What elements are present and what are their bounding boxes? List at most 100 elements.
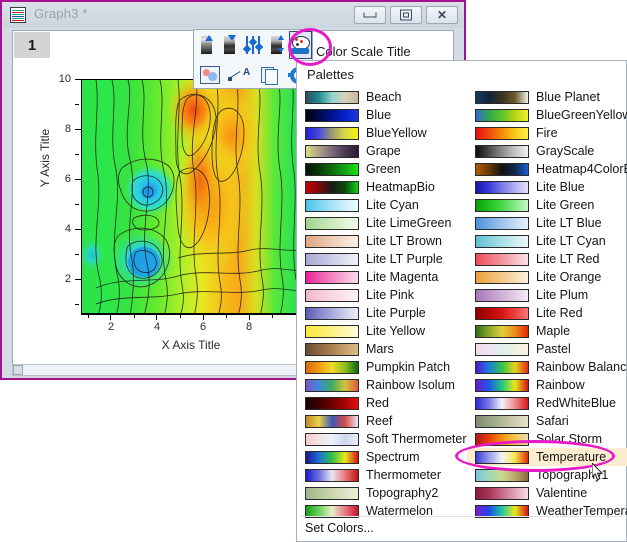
palette-row-lite-yellow[interactable]: Lite Yellow <box>297 322 465 340</box>
palette-row-blue-planet[interactable]: Blue Planet <box>467 88 627 106</box>
palette-row-lite-orange[interactable]: Lite Orange <box>467 268 627 286</box>
contour-svg <box>82 80 299 314</box>
palette-row-solar-storm[interactable]: Solar Storm <box>467 430 627 448</box>
palette-row-grayscale[interactable]: GrayScale <box>467 142 627 160</box>
palette-row-mars[interactable]: Mars <box>297 340 465 358</box>
palette-name: Heatmap4ColorBlind <box>536 162 627 176</box>
palette-row-lite-green[interactable]: Lite Green <box>467 196 627 214</box>
palette-row-rainbow[interactable]: Rainbow <box>467 376 627 394</box>
palette-row-rainbow-isolum[interactable]: Rainbow Isolum <box>297 376 465 394</box>
palette-row-blue[interactable]: Blue <box>297 106 465 124</box>
palette-row-lite-lt-purple[interactable]: Lite LT Purple <box>297 250 465 268</box>
palette-name: Lite LT Cyan <box>536 234 606 248</box>
palette-swatch <box>475 415 529 428</box>
palette-row-heatmapbio[interactable]: HeatmapBio <box>297 178 465 196</box>
palette-row-lite-plum[interactable]: Lite Plum <box>467 286 627 304</box>
palette-row-soft-thermometer[interactable]: Soft Thermometer <box>297 430 465 448</box>
palette-row-lite-red[interactable]: Lite Red <box>467 304 627 322</box>
palette-name: Temperature <box>536 450 606 464</box>
palette-name: Lite Purple <box>366 306 426 320</box>
set-colors-menu-item[interactable]: Set Colors... <box>305 521 374 535</box>
palette-name: Topography2 <box>366 486 438 500</box>
palette-swatch <box>475 199 529 212</box>
palette-swatch <box>305 271 359 284</box>
label-line-icon[interactable]: A <box>226 62 254 88</box>
palette-name: Fire <box>536 126 558 140</box>
increase-levels-icon[interactable] <box>196 32 217 58</box>
palette-row-watermelon[interactable]: Watermelon <box>297 502 465 520</box>
palette-row-green[interactable]: Green <box>297 160 465 178</box>
copy-format-icon[interactable] <box>255 62 283 88</box>
palette-row-lite-cyan[interactable]: Lite Cyan <box>297 196 465 214</box>
palette-row-lite-lt-cyan[interactable]: Lite LT Cyan <box>467 232 627 250</box>
palette-row-pumpkin-patch[interactable]: Pumpkin Patch <box>297 358 465 376</box>
palette-name: Lite Plum <box>536 288 588 302</box>
palette-row-lite-lt-blue[interactable]: Lite LT Blue <box>467 214 627 232</box>
palette-name: Lite Magenta <box>366 270 438 284</box>
palette-row-blueyellow[interactable]: BlueYellow <box>297 124 465 142</box>
x-axis-title[interactable]: X Axis Title <box>81 338 301 352</box>
scrollbar-thumb[interactable] <box>13 365 23 375</box>
x-tick-label: 6 <box>193 321 213 333</box>
reverse-scale-icon[interactable] <box>266 32 287 58</box>
palette-name: Spectrum <box>366 450 420 464</box>
palette-swatch <box>475 361 529 374</box>
palette-row-fire[interactable]: Fire <box>467 124 627 142</box>
palette-row-grape[interactable]: Grape <box>297 142 465 160</box>
level-sliders-icon[interactable] <box>242 32 263 58</box>
palette-row-lite-purple[interactable]: Lite Purple <box>297 304 465 322</box>
palette-name: Topography1 <box>536 468 608 482</box>
palette-row-topography2[interactable]: Topography2 <box>297 484 465 502</box>
palette-name: Thermometer <box>366 468 441 482</box>
palette-row-thermometer[interactable]: Thermometer <box>297 466 465 484</box>
palette-swatch <box>475 91 529 104</box>
window-title-bar[interactable]: Graph3 * ✕ <box>2 2 464 28</box>
palette-row-valentine[interactable]: Valentine <box>467 484 627 502</box>
palette-row-safari[interactable]: Safari <box>467 412 627 430</box>
palette-swatch <box>305 127 359 140</box>
palette-row-lite-lt-red[interactable]: Lite LT Red <box>467 250 627 268</box>
palette-swatch <box>305 433 359 446</box>
palette-swatch <box>305 199 359 212</box>
palette-row-red[interactable]: Red <box>297 394 465 412</box>
palette-name: Lite LT Red <box>536 252 599 266</box>
minimize-button[interactable] <box>354 6 386 24</box>
palette-name: Lite Red <box>536 306 583 320</box>
x-tick-label: 8 <box>239 321 259 333</box>
palette-name: Reef <box>366 414 392 428</box>
palette-row-lite-pink[interactable]: Lite Pink <box>297 286 465 304</box>
palette-row-lite-blue[interactable]: Lite Blue <box>467 178 627 196</box>
contour-surface[interactable] <box>81 79 299 314</box>
palette-row-bluegreenyellow[interactable]: BlueGreenYellow <box>467 106 627 124</box>
palette-row-lite-magenta[interactable]: Lite Magenta <box>297 268 465 286</box>
palette-row-lite-lt-brown[interactable]: Lite LT Brown <box>297 232 465 250</box>
decrease-levels-icon[interactable] <box>219 32 240 58</box>
palette-icon[interactable] <box>289 31 312 59</box>
close-button[interactable]: ✕ <box>426 6 458 24</box>
palette-swatch <box>305 109 359 122</box>
palette-row-topography1[interactable]: Topography1 <box>467 466 627 484</box>
palette-name: Blue <box>366 108 391 122</box>
palette-row-reef[interactable]: Reef <box>297 412 465 430</box>
palette-swatch <box>475 307 529 320</box>
palette-row-beach[interactable]: Beach <box>297 88 465 106</box>
palette-swatch <box>305 343 359 356</box>
palette-row-rainbow-balanced[interactable]: Rainbow Balanced <box>467 358 627 376</box>
palette-swatch <box>305 469 359 482</box>
y-tick-label: 10 <box>49 73 71 85</box>
palette-row-pastel[interactable]: Pastel <box>467 340 627 358</box>
palette-row-redwhiteblue[interactable]: RedWhiteBlue <box>467 394 627 412</box>
palette-name: Soft Thermometer <box>366 432 467 446</box>
color-scale-title[interactable]: Color Scale Title <box>316 44 411 59</box>
palettes-menu: Palettes BeachBlueBlueYellowGrapeGreenHe… <box>296 60 627 542</box>
palette-row-maple[interactable]: Maple <box>467 322 627 340</box>
palette-swatch <box>305 163 359 176</box>
palette-row-temperature[interactable]: Temperature <box>467 448 627 466</box>
palette-row-heatmap4colorblind[interactable]: Heatmap4ColorBlind <box>467 160 627 178</box>
y-axis-title[interactable]: Y Axis Title <box>38 98 52 218</box>
palette-row-weathertemperature[interactable]: WeatherTemperature <box>467 502 627 520</box>
colormap-icon[interactable] <box>196 62 224 88</box>
palette-row-spectrum[interactable]: Spectrum <box>297 448 465 466</box>
maximize-button[interactable] <box>390 6 422 24</box>
palette-row-lite-limegreen[interactable]: Lite LimeGreen <box>297 214 465 232</box>
